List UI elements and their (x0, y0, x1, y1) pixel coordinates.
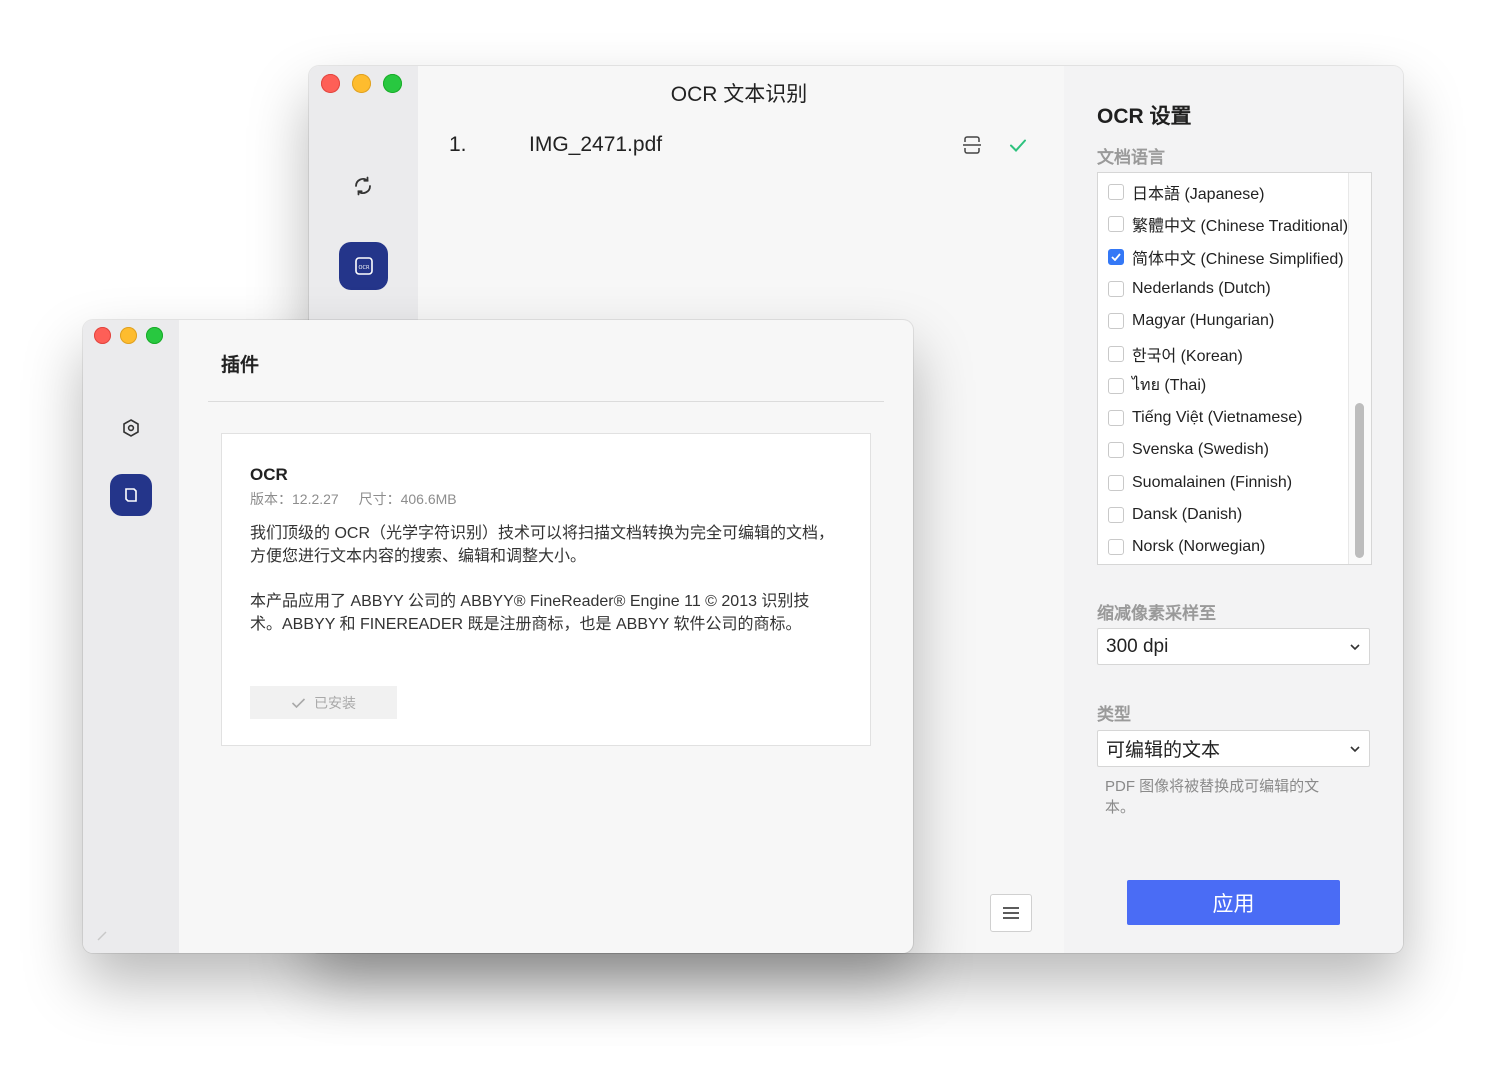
checkbox[interactable] (1108, 280, 1124, 297)
language-item[interactable]: 繁體中文 (Chinese Traditional) (1108, 212, 1348, 236)
checkbox[interactable] (1108, 539, 1124, 556)
language-label: Nederlands (Dutch) (1132, 279, 1271, 297)
plugin-name: OCR (250, 465, 288, 484)
gear-icon (123, 419, 139, 437)
language-item[interactable]: Suomalainen (Finnish) (1108, 471, 1292, 495)
plugin-credits: 本产品应用了 ABBYY 公司的 ABBYY® FineReader® Engi… (250, 593, 810, 633)
minimize-button[interactable] (352, 74, 371, 93)
checkbox[interactable] (1108, 442, 1124, 459)
language-label: Svenska (Swedish) (1132, 441, 1269, 459)
language-item[interactable]: 한국어 (Korean) (1108, 342, 1243, 366)
window-controls (321, 74, 402, 93)
plugin-meta: 版本：12.2.27 尺寸：406.6MB (250, 489, 457, 509)
language-item[interactable]: Nederlands (Dutch) (1108, 277, 1271, 301)
file-index: 1. (449, 133, 467, 156)
language-label: 한국어 (Korean) (1132, 347, 1243, 365)
checkmark-icon (1111, 253, 1121, 261)
check-icon (291, 697, 306, 708)
language-item[interactable]: ไทย (Thai) (1108, 374, 1206, 398)
checkbox[interactable] (1108, 474, 1124, 491)
language-label: ไทย (Thai) (1132, 377, 1207, 395)
pin-icon (97, 931, 107, 941)
downsample-label: 缩减像素采样至 (1097, 604, 1216, 623)
language-label: Magyar (Hungarian) (1132, 312, 1275, 330)
checkbox[interactable] (1108, 410, 1124, 427)
checkbox[interactable] (1108, 377, 1124, 394)
plugin-description: 我们顶级的 OCR（光学字符识别）技术可以将扫描文档转换为完全可编辑的文档，方便… (250, 525, 835, 565)
downsample-select[interactable]: 300 dpi (1097, 628, 1370, 665)
language-label: Norsk (Norwegian) (1132, 538, 1266, 556)
language-item[interactable]: 日本語 (Japanese) (1108, 180, 1265, 204)
checkbox-checked[interactable] (1108, 248, 1124, 265)
language-item[interactable]: Dansk (Danish) (1108, 503, 1242, 527)
window-controls (94, 327, 163, 344)
scrollbar[interactable] (1348, 173, 1371, 564)
checkbox[interactable] (1108, 507, 1124, 523)
type-description: PDF 图像将被替换成可编辑的文本。 (1105, 778, 1320, 816)
apply-button[interactable]: 应用 (1127, 880, 1340, 925)
installed-label: 已安装 (314, 694, 356, 711)
downsample-value: 300 dpi (1106, 635, 1169, 657)
divider (208, 401, 884, 402)
plugin-icon (125, 488, 137, 502)
language-list[interactable]: 日本語 (Japanese) 繁體中文 (Chinese Traditional)… (1097, 172, 1372, 565)
ocr-settings-panel: OCR 设置 文档语言 日本語 (Japanese) 繁體中文 (Chinese … (1064, 66, 1403, 953)
checkbox[interactable] (1108, 313, 1124, 330)
file-name: IMG_2471.pdf (529, 133, 663, 156)
svg-text:OCR: OCR (358, 265, 369, 271)
close-button[interactable] (94, 327, 111, 344)
language-item[interactable]: Svenska (Swedish) (1108, 438, 1269, 462)
language-label: 繁體中文 (Chinese Traditional) (1132, 218, 1349, 236)
language-label: Dansk (Danish) (1132, 506, 1243, 523)
settings-title: OCR 设置 (1097, 105, 1192, 128)
zoom-button[interactable] (383, 74, 402, 93)
plugin-version: 版本：12.2.27 (250, 491, 339, 507)
language-label: 日本語 (Japanese) (1132, 186, 1265, 203)
ocr-icon: OCR (354, 257, 373, 275)
scan-icon[interactable] (961, 134, 983, 156)
language-item[interactable]: Norsk (Norwegian) (1108, 535, 1265, 559)
minimize-button[interactable] (120, 327, 137, 344)
checkbox[interactable] (1108, 184, 1124, 200)
ocr-nav-button[interactable]: OCR (339, 242, 388, 290)
checkbox[interactable] (1108, 345, 1124, 362)
type-label: 类型 (1097, 705, 1131, 724)
language-label: 简体中文 (Chinese Simplified) (1132, 250, 1344, 268)
type-value: 可编辑的文本 (1106, 740, 1221, 761)
zoom-button[interactable] (146, 327, 163, 344)
refresh-icon (355, 176, 371, 196)
checkbox[interactable] (1108, 216, 1124, 233)
language-label: Tiếng Việt (Vietnamese) (1132, 409, 1303, 427)
plugins-nav-button[interactable] (110, 474, 152, 516)
type-select[interactable]: 可编辑的文本 (1097, 730, 1370, 767)
chevron-down-icon (1350, 745, 1360, 752)
file-row[interactable]: 1. IMG_2471.pdf (449, 130, 1029, 160)
close-button[interactable] (321, 74, 340, 93)
language-item[interactable]: Magyar (Hungarian) (1108, 309, 1274, 333)
page-title: 插件 (221, 355, 260, 376)
check-icon (1010, 139, 1026, 152)
language-label: Suomalainen (Finnish) (1132, 473, 1293, 491)
window-title: OCR 文本识别 (670, 83, 808, 106)
plugins-window: 插件 OCR 版本：12.2.27 尺寸：406.6MB 我们顶级的 OCR（光… (83, 320, 913, 953)
language-item[interactable]: 简体中文 (Chinese Simplified) (1108, 245, 1344, 269)
language-label: 文档语言 (1097, 148, 1165, 167)
plugins-sidebar (83, 320, 179, 953)
chevron-down-icon (1350, 643, 1360, 650)
installed-button: 已安装 (250, 686, 397, 719)
hamburger-icon (1003, 907, 1019, 919)
convert-nav-button[interactable] (339, 166, 387, 206)
language-item[interactable]: Tiếng Việt (Vietnamese) (1108, 406, 1302, 430)
plugin-card: OCR 版本：12.2.27 尺寸：406.6MB 我们顶级的 OCR（光学字符… (221, 433, 871, 746)
settings-nav-button[interactable] (110, 408, 152, 448)
scrollbar-thumb[interactable] (1355, 403, 1364, 558)
menu-button[interactable] (990, 894, 1032, 932)
plugin-size: 尺寸：406.6MB (358, 491, 457, 507)
